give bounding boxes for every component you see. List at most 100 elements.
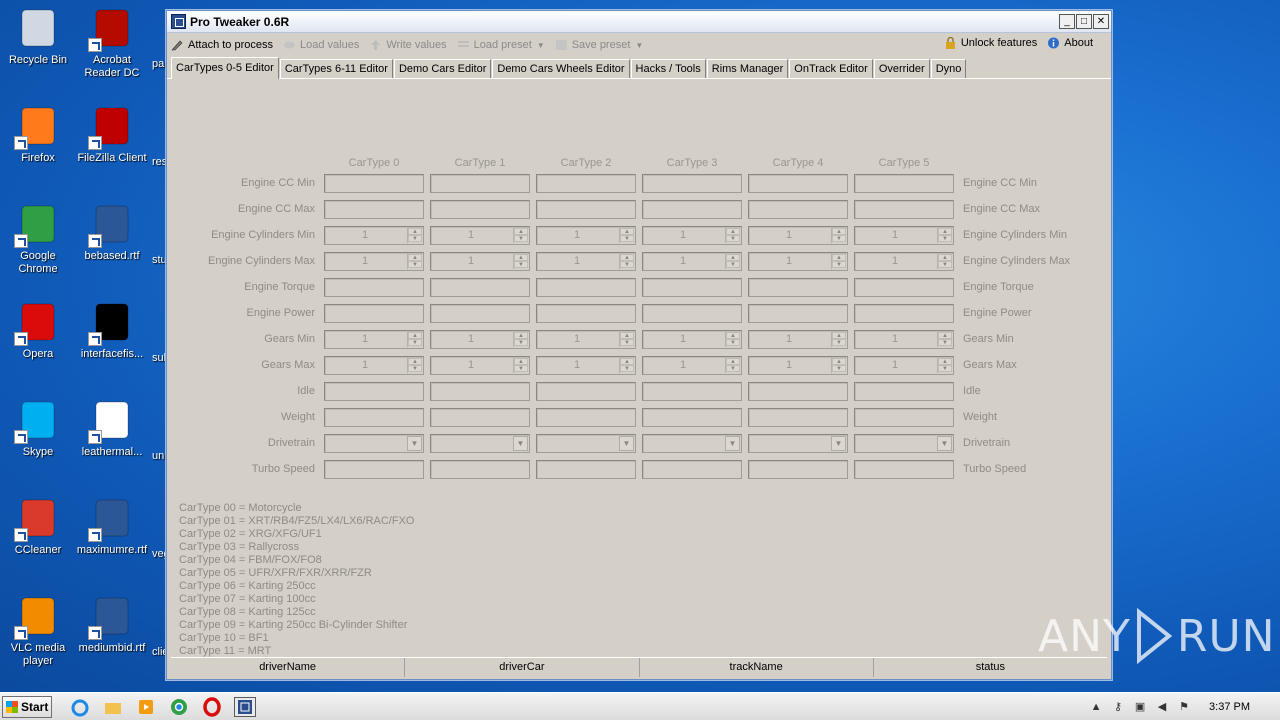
engine-torque-field[interactable]	[854, 278, 954, 297]
grid-column-drivername[interactable]: driverName	[171, 658, 406, 677]
arrow-down-icon[interactable]: ▼	[726, 365, 740, 372]
stepper-arrows[interactable]: ▲ ▼	[831, 332, 846, 347]
arrow-up-icon[interactable]: ▲	[938, 254, 952, 261]
engine-power-field[interactable]	[536, 304, 636, 323]
turbo-speed-field[interactable]	[854, 460, 954, 479]
gears-max-stepper[interactable]: 1 ▲ ▼	[642, 356, 742, 375]
desktop-icon-label-partial[interactable]: sul	[152, 352, 166, 364]
save-preset-dropdown[interactable]: Save preset ▼	[555, 39, 643, 51]
stepper-arrows[interactable]: ▲ ▼	[937, 254, 952, 269]
arrow-down-icon[interactable]: ▼	[938, 365, 952, 372]
gears-max-stepper[interactable]: 1 ▲ ▼	[748, 356, 848, 375]
desktop-icon[interactable]: interfacefis...	[74, 300, 150, 361]
turbo-speed-field[interactable]	[748, 460, 848, 479]
drivetrain-select[interactable]: ▼	[324, 434, 424, 453]
stepper-arrows[interactable]: ▲ ▼	[831, 228, 846, 243]
arrow-up-icon[interactable]: ▲	[514, 254, 528, 261]
engine-torque-field[interactable]	[324, 278, 424, 297]
chevron-down-icon[interactable]: ▼	[407, 436, 422, 451]
arrow-down-icon[interactable]: ▼	[832, 365, 846, 372]
arrow-up-icon[interactable]: ▲	[620, 254, 634, 261]
engine-power-field[interactable]	[430, 304, 530, 323]
load-values-button[interactable]: Load values	[283, 39, 359, 51]
gears-max-stepper[interactable]: 1 ▲ ▼	[854, 356, 954, 375]
drivetrain-select[interactable]: ▼	[430, 434, 530, 453]
desktop-icon-label-partial[interactable]: res	[152, 156, 167, 168]
engine-cc-min-field[interactable]	[854, 174, 954, 193]
engine-cylinders-max-stepper[interactable]: 1 ▲ ▼	[430, 252, 530, 271]
taskbar-chrome-icon[interactable]	[169, 697, 191, 717]
engine-cylinders-max-stepper[interactable]: 1 ▲ ▼	[854, 252, 954, 271]
arrow-up-icon[interactable]: ▲	[832, 254, 846, 261]
arrow-down-icon[interactable]: ▼	[832, 235, 846, 242]
stepper-arrows[interactable]: ▲ ▼	[619, 332, 634, 347]
arrow-down-icon[interactable]: ▼	[620, 365, 634, 372]
start-button[interactable]: Start	[2, 696, 52, 718]
engine-cc-max-field[interactable]	[536, 200, 636, 219]
drivetrain-select[interactable]: ▼	[748, 434, 848, 453]
engine-cc-max-field[interactable]	[854, 200, 954, 219]
engine-torque-field[interactable]	[430, 278, 530, 297]
maximize-button[interactable]: □	[1076, 14, 1092, 29]
arrow-up-icon[interactable]: ▲	[514, 228, 528, 235]
stepper-arrows[interactable]: ▲ ▼	[513, 228, 528, 243]
arrow-up-icon[interactable]: ▲	[408, 332, 422, 339]
load-preset-dropdown[interactable]: Load preset ▼	[457, 39, 545, 51]
stepper-arrows[interactable]: ▲ ▼	[619, 358, 634, 373]
arrow-down-icon[interactable]: ▼	[938, 339, 952, 346]
attach-to-process-button[interactable]: Attach to process	[171, 39, 273, 51]
desktop-icon-label-partial[interactable]: stu	[152, 254, 167, 266]
drivetrain-select[interactable]: ▼	[536, 434, 636, 453]
arrow-down-icon[interactable]: ▼	[514, 235, 528, 242]
arrow-down-icon[interactable]: ▼	[726, 235, 740, 242]
taskbar-opera-icon[interactable]	[202, 697, 224, 717]
arrow-up-icon[interactable]: ▲	[408, 254, 422, 261]
gears-min-stepper[interactable]: 1 ▲ ▼	[430, 330, 530, 349]
stepper-arrows[interactable]: ▲ ▼	[513, 332, 528, 347]
clock[interactable]: 3:37 PM	[1209, 701, 1250, 713]
desktop-icon[interactable]: Recycle Bin	[0, 6, 76, 67]
gears-min-stepper[interactable]: 1 ▲ ▼	[854, 330, 954, 349]
desktop-icon[interactable]: Firefox	[0, 104, 76, 165]
tab-hacks-tools[interactable]: Hacks / Tools	[630, 59, 706, 78]
engine-power-field[interactable]	[854, 304, 954, 323]
arrow-down-icon[interactable]: ▼	[514, 339, 528, 346]
engine-torque-field[interactable]	[536, 278, 636, 297]
stepper-arrows[interactable]: ▲ ▼	[937, 332, 952, 347]
stepper-arrows[interactable]: ▲ ▼	[831, 254, 846, 269]
arrow-down-icon[interactable]: ▼	[408, 261, 422, 268]
close-button[interactable]: ✕	[1093, 14, 1109, 29]
drivetrain-select[interactable]: ▼	[642, 434, 742, 453]
turbo-speed-field[interactable]	[430, 460, 530, 479]
chevron-down-icon[interactable]: ▼	[831, 436, 846, 451]
engine-cc-max-field[interactable]	[324, 200, 424, 219]
stepper-arrows[interactable]: ▲ ▼	[725, 332, 740, 347]
key-icon[interactable]: ⚷	[1111, 700, 1125, 714]
arrow-up-icon[interactable]: ▲	[514, 332, 528, 339]
engine-cylinders-max-stepper[interactable]: 1 ▲ ▼	[642, 252, 742, 271]
desktop-icon[interactable]: Google Chrome	[0, 202, 76, 276]
engine-cylinders-min-stepper[interactable]: 1 ▲ ▼	[430, 226, 530, 245]
desktop-icon[interactable]: VLC media player	[0, 594, 76, 668]
arrow-down-icon[interactable]: ▼	[726, 339, 740, 346]
arrow-up-icon[interactable]: ▲	[408, 358, 422, 365]
weight-field[interactable]	[536, 408, 636, 427]
engine-torque-field[interactable]	[642, 278, 742, 297]
chevron-down-icon[interactable]: ▼	[937, 436, 952, 451]
arrow-up-icon[interactable]: ▲	[938, 358, 952, 365]
tab-cartypes-0-5-editor[interactable]: CarTypes 0-5 Editor	[171, 57, 279, 79]
engine-power-field[interactable]	[748, 304, 848, 323]
engine-cc-min-field[interactable]	[748, 174, 848, 193]
gears-min-stepper[interactable]: 1 ▲ ▼	[324, 330, 424, 349]
idle-field[interactable]	[430, 382, 530, 401]
arrow-down-icon[interactable]: ▼	[514, 365, 528, 372]
arrow-down-icon[interactable]: ▼	[408, 235, 422, 242]
minimize-button[interactable]: _	[1059, 14, 1075, 29]
weight-field[interactable]	[642, 408, 742, 427]
arrow-up-icon[interactable]: ▲	[620, 332, 634, 339]
desktop-icon[interactable]: bebased.rtf	[74, 202, 150, 263]
desktop-icon-label-partial[interactable]: uni	[152, 450, 167, 462]
title-bar[interactable]: Pro Tweaker 0.6R _ □ ✕	[167, 11, 1111, 33]
engine-cylinders-max-stepper[interactable]: 1 ▲ ▼	[748, 252, 848, 271]
engine-cc-max-field[interactable]	[642, 200, 742, 219]
